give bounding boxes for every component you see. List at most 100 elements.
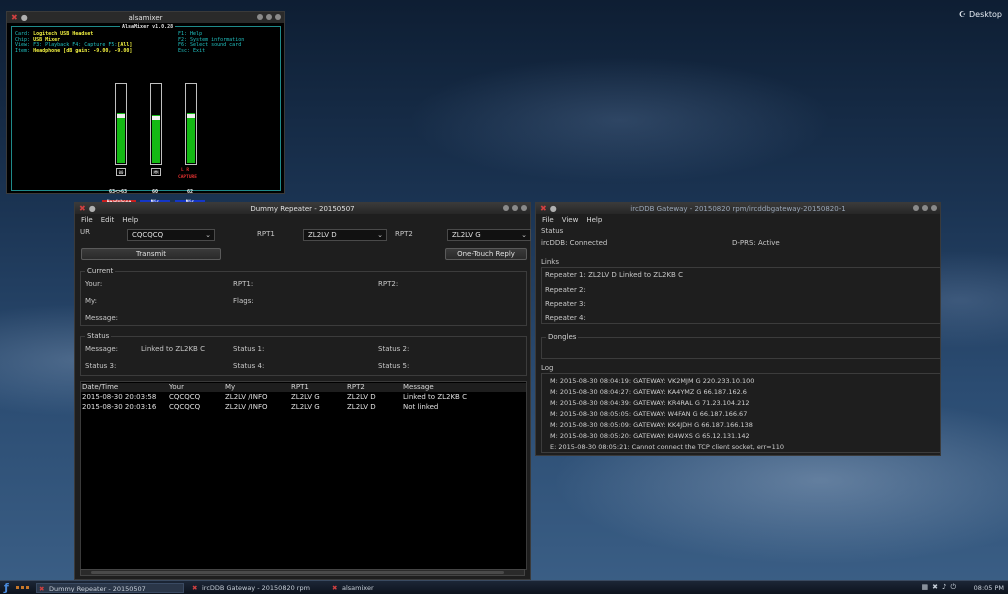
horizontal-scrollbar[interactable] <box>80 569 525 576</box>
column-header-rpt1[interactable]: RPT1 <box>291 383 309 391</box>
chevron-down-icon: ⌄ <box>205 231 211 239</box>
menu-file[interactable]: File <box>81 216 93 224</box>
taskbar-item-ircddb-gateway[interactable]: ✖ ircDDB Gateway - 20150820 rpm <box>190 583 322 593</box>
rpt2-value: ZL2LV G <box>452 231 481 239</box>
headphone-mute-box[interactable]: 00 <box>116 168 126 176</box>
desktop-button[interactable]: ☪ Desktop <box>959 10 1002 19</box>
menubar: File View Help <box>536 214 940 226</box>
chevron-down-icon: ⌄ <box>377 231 383 239</box>
dummy-repeater-window: ✖ ● Dummy Repeater - 20150507 File Edit H… <box>74 202 531 580</box>
desktop-label: Desktop <box>969 10 1002 19</box>
minimize-button[interactable] <box>257 14 263 20</box>
status-group: Status Message: Linked to ZL2KB C Status… <box>80 332 527 376</box>
window-menu-icon[interactable]: ● <box>89 204 96 213</box>
menu-file[interactable]: File <box>542 216 554 224</box>
ircddb-gateway-window: ✖ ● ircDDB Gateway - 20150820 rpm/ircddbg… <box>535 202 941 456</box>
mic-mute-box[interactable]: MM <box>151 168 161 176</box>
log-line: M: 2015-08-30 08:04:19: GATEWAY: VK2MJM … <box>550 377 755 385</box>
status-message-label: Message: <box>85 345 119 353</box>
desktop-icon: ☪ <box>958 10 966 19</box>
status-message-value: Linked to ZL2KB C <box>141 345 205 353</box>
alsamixer-window: ✖ ● alsamixer AlsaMixer v1.0.28 Card: Log… <box>6 11 285 205</box>
dongles-title: Dongles <box>546 333 579 341</box>
power-icon[interactable]: ⏻ <box>950 583 956 592</box>
transmit-button[interactable]: Transmit <box>81 248 221 260</box>
rpt1-value: ZL2LV D <box>308 231 337 239</box>
app-icon: ✖ <box>39 585 45 593</box>
app-icon: ✖ <box>11 13 18 22</box>
links-group: Repeater 1: ZL2LV D Linked to ZL2KB C Re… <box>541 267 941 324</box>
ur-label: UR <box>80 228 90 236</box>
menu-view[interactable]: View <box>562 216 579 224</box>
rpt1-current-label: RPT1: <box>233 280 254 288</box>
column-header-message[interactable]: Message <box>403 383 434 391</box>
maximize-button[interactable] <box>512 205 518 211</box>
menu-help[interactable]: Help <box>122 216 138 224</box>
mic-capture-value: 62 <box>187 189 194 195</box>
log-title: Log <box>541 364 554 372</box>
your-label: Your: <box>85 280 103 288</box>
close-button[interactable] <box>521 205 527 211</box>
log-line: M: 2015-08-30 08:05:05: GATEWAY: W4FAN G… <box>550 410 748 418</box>
flags-label: Flags: <box>233 297 254 305</box>
volume-icon[interactable]: ♪ <box>942 583 946 592</box>
rpt2-select[interactable]: ZL2LV G ⌄ <box>447 229 531 241</box>
window-title: Dummy Repeater - 20150507 <box>250 204 355 213</box>
ircddb-status: ircDDB: Connected <box>541 239 608 247</box>
x-app-icon[interactable]: ✖ <box>932 583 938 592</box>
minimize-button[interactable] <box>913 205 919 211</box>
table-header: Date/Time Your My RPT1 RPT2 Message <box>81 383 526 392</box>
column-header-your[interactable]: Your <box>169 383 184 391</box>
column-header-rpt2[interactable]: RPT2 <box>347 383 365 391</box>
start-menu-button[interactable]: ƒ <box>4 581 9 594</box>
column-header-my[interactable]: My <box>225 383 235 391</box>
column-header-datetime[interactable]: Date/Time <box>82 383 118 391</box>
one-touch-reply-button[interactable]: One-Touch Reply <box>445 248 527 260</box>
repeater-4-link: Repeater 4: <box>545 314 586 322</box>
links-title: Links <box>541 258 559 266</box>
headphone-slider[interactable] <box>115 83 127 165</box>
status1-label: Status 1: <box>233 345 265 353</box>
menu-help[interactable]: Help <box>586 216 602 224</box>
mic-slider[interactable] <box>150 83 162 165</box>
minimize-button[interactable] <box>503 205 509 211</box>
status5-label: Status 5: <box>378 362 410 370</box>
taskbar-item-alsamixer[interactable]: ✖ alsamixer <box>330 583 390 593</box>
rpt2-current-label: RPT2: <box>378 280 399 288</box>
rpt2-label: RPT2 <box>395 230 413 238</box>
close-button[interactable] <box>931 205 937 211</box>
mixer-info: Card: Logitech USB Headset Chip: USB Mix… <box>15 31 133 54</box>
messages-table[interactable]: Date/Time Your My RPT1 RPT2 Message 2015… <box>80 381 527 570</box>
gateway-titlebar[interactable]: ✖ ● ircDDB Gateway - 20150820 rpm/ircddbg… <box>536 203 940 214</box>
alsamixer-titlebar[interactable]: ✖ ● alsamixer <box>7 12 284 23</box>
app-icon: ✖ <box>79 204 86 213</box>
window-menu-icon[interactable]: ● <box>550 204 557 213</box>
close-button[interactable] <box>275 14 281 20</box>
mic-capture-level-fill <box>187 113 195 163</box>
message-label: Message: <box>85 314 119 322</box>
ur-select[interactable]: CQCQCQ ⌄ <box>127 229 215 241</box>
clock[interactable]: 08:05 PM <box>974 584 1004 592</box>
log-panel[interactable]: M: 2015-08-30 08:04:19: GATEWAY: VK2MJM … <box>541 373 941 453</box>
app-icon: ✖ <box>192 584 198 592</box>
table-row[interactable]: 2015-08-30 20:03:16 CQCQCQ ZL2LV /INFO Z… <box>81 403 526 412</box>
network-icon[interactable]: ▦ <box>921 583 928 592</box>
taskbar-item-dummy-repeater[interactable]: ✖ Dummy Repeater - 20150507 <box>36 583 184 593</box>
status2-label: Status 2: <box>378 345 410 353</box>
maximize-button[interactable] <box>266 14 272 20</box>
app-icon: ✖ <box>332 584 338 592</box>
workspace-switcher[interactable] <box>16 586 29 589</box>
mic-capture-slider[interactable] <box>185 83 197 165</box>
maximize-button[interactable] <box>922 205 928 211</box>
system-tray: ▦ ✖ ♪ ⏻ <box>921 583 956 592</box>
table-row[interactable]: 2015-08-30 20:03:58 CQCQCQ ZL2LV /INFO Z… <box>81 393 526 402</box>
scrollbar-thumb[interactable] <box>91 571 504 574</box>
window-menu-icon[interactable]: ● <box>21 13 28 22</box>
menu-edit[interactable]: Edit <box>101 216 115 224</box>
mic-value: 60 <box>152 189 159 195</box>
ur-value: CQCQCQ <box>132 231 164 239</box>
rpt1-select[interactable]: ZL2LV D ⌄ <box>303 229 387 241</box>
headphone-level-cap <box>117 113 125 118</box>
dprs-status: D-PRS: Active <box>732 239 780 247</box>
dummy-titlebar[interactable]: ✖ ● Dummy Repeater - 20150507 <box>75 203 530 214</box>
